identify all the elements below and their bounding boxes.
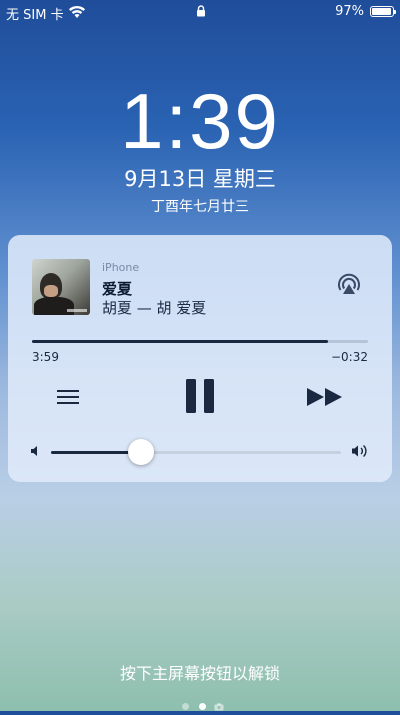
page-dot <box>181 703 189 710</box>
album-art-face <box>44 285 58 297</box>
now-playing-card: iPhone 爱夏 胡夏 — 胡 爱夏 3:59 −0:32 <box>8 235 392 482</box>
battery-icon <box>370 6 396 17</box>
playback-device-label: iPhone <box>102 261 140 274</box>
lock-date: 9月13日 星期三 <box>124 167 276 191</box>
wifi-icon <box>69 5 85 18</box>
playback-progress-bar[interactable] <box>32 340 368 343</box>
page-indicator <box>0 696 400 710</box>
carrier-label: 无 SIM 卡 <box>6 8 64 23</box>
volume-slider[interactable] <box>51 439 341 465</box>
volume-high-icon <box>352 444 367 458</box>
airplay-icon[interactable] <box>336 273 362 299</box>
song-artist-album: 胡夏 — 胡 爱夏 <box>102 299 207 317</box>
page-dot-active <box>198 703 206 710</box>
battery-percent: 97% <box>335 4 364 19</box>
status-bar: 无 SIM 卡 97% <box>0 0 400 24</box>
camera-icon <box>214 702 223 710</box>
unlock-hint: 按下主屏幕按钮以解锁 <box>119 664 280 683</box>
album-art-figure <box>34 297 74 315</box>
pause-icon[interactable] <box>184 378 216 414</box>
battery-fill <box>372 8 392 15</box>
lock-clock: 1:39 <box>120 77 280 165</box>
fast-forward-icon[interactable] <box>306 386 344 408</box>
volume-low-icon <box>31 446 37 456</box>
playback-progress-fill <box>32 340 329 343</box>
lock-icon <box>197 5 205 17</box>
song-title: 爱夏 <box>102 280 133 298</box>
elapsed-time: 3:59 <box>32 350 59 364</box>
remaining-time: −0:32 <box>330 350 368 364</box>
album-art-caption <box>67 309 87 312</box>
menu-icon[interactable] <box>56 387 80 407</box>
lunar-date: 丁酉年七月廿三 <box>151 199 249 215</box>
volume-thumb[interactable] <box>127 439 154 465</box>
album-art[interactable] <box>32 259 90 315</box>
